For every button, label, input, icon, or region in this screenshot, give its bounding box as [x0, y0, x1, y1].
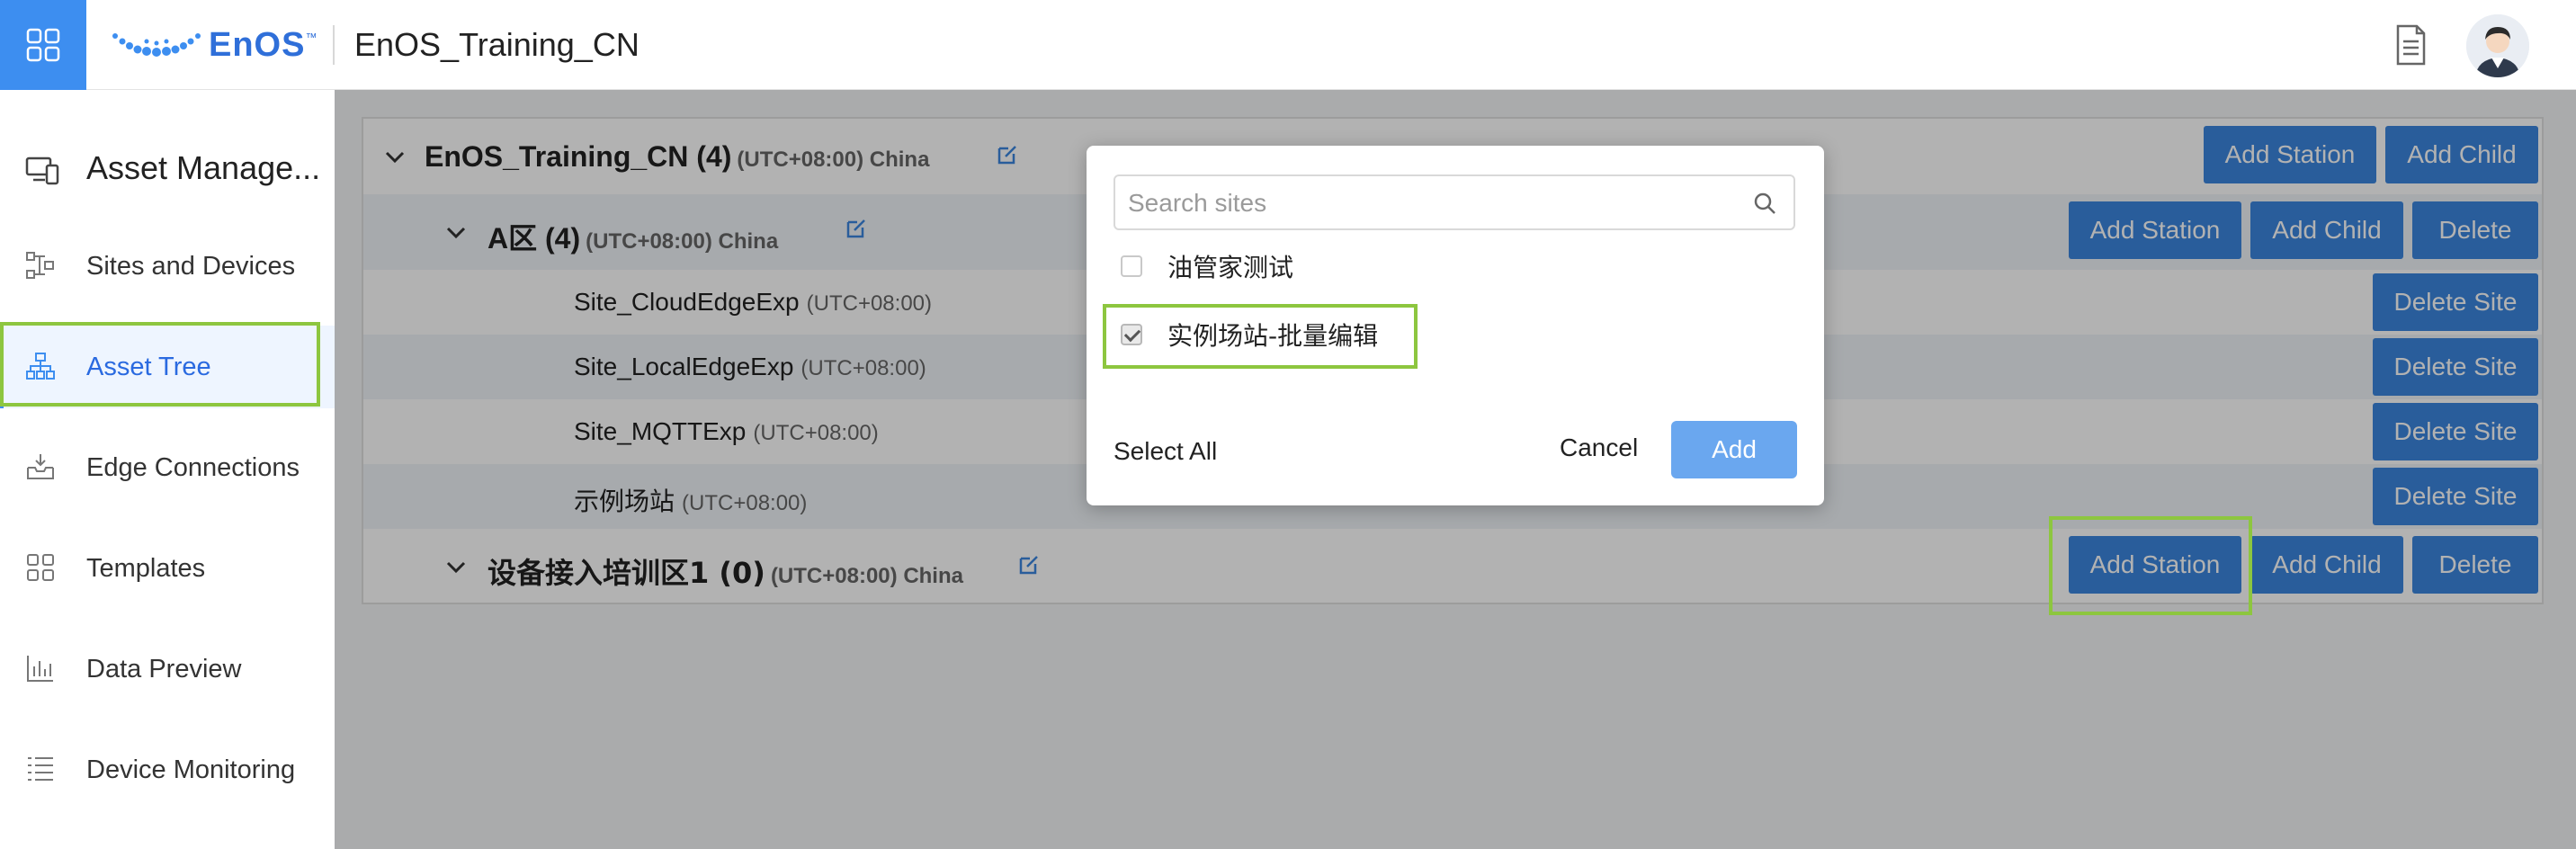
add-button[interactable]: Add: [1671, 421, 1797, 478]
avatar-icon: [2466, 14, 2529, 77]
monitor-device-icon: [25, 156, 59, 185]
site-option[interactable]: 油管家测试: [1121, 248, 1293, 284]
site-option-label: 油管家测试: [1167, 253, 1294, 282]
grid-icon: [26, 28, 60, 62]
site-search-box[interactable]: [1114, 174, 1795, 230]
cancel-button[interactable]: Cancel: [1560, 433, 1638, 462]
list-icon: [28, 757, 53, 781]
user-avatar[interactable]: [2466, 14, 2529, 77]
sites-devices-icon: [26, 252, 54, 279]
sidebar-item-templates[interactable]: Templates: [0, 527, 335, 610]
site-checkbox-checked[interactable]: [1121, 324, 1142, 345]
bar-chart-icon: [27, 656, 53, 682]
site-option[interactable]: 实例场站-批量编辑: [1121, 317, 1378, 353]
org-title[interactable]: EnOS_Training_CN: [354, 25, 640, 65]
sidebar-item-data-preview[interactable]: Data Preview: [0, 628, 335, 710]
search-icon[interactable]: [1752, 191, 1777, 216]
document-icon[interactable]: [2393, 23, 2428, 67]
site-search-input[interactable]: [1128, 185, 1740, 221]
site-checkbox[interactable]: [1121, 255, 1142, 277]
logo-dots-icon: [112, 33, 201, 57]
select-all-link[interactable]: Select All: [1114, 437, 1217, 466]
sidebar-item-asset-tree[interactable]: Asset Tree: [0, 326, 335, 408]
sidebar-item-label: Device Monitoring: [86, 755, 296, 784]
sidebar-item-label: Data Preview: [86, 655, 242, 684]
sidebar: Asset Manage... Sites and Devices Asset …: [0, 90, 335, 849]
logo-trademark: ™: [305, 30, 318, 44]
sidebar-item-label: Asset Tree: [86, 353, 211, 381]
template-icon: [27, 554, 54, 581]
sidebar-item-sites-and-devices[interactable]: Sites and Devices: [0, 225, 335, 308]
add-station-dialog: 油管家测试 实例场站-批量编辑 Select All Cancel Add: [1087, 146, 1824, 505]
sidebar-title-label: Asset Manage...: [86, 149, 321, 186]
header-divider: [333, 25, 335, 65]
top-header: EnOS ™ EnOS_Training_CN: [0, 0, 2576, 90]
inbox-download-icon: [27, 454, 54, 479]
hierarchy-icon: [26, 353, 55, 380]
enos-logo[interactable]: EnOS ™: [110, 23, 317, 67]
sidebar-item-label: Sites and Devices: [86, 252, 296, 281]
sidebar-item-label: Templates: [86, 554, 206, 583]
sidebar-item-label: Edge Connections: [86, 453, 300, 482]
logo-text: EnOS: [209, 25, 306, 64]
sidebar-item-device-monitoring[interactable]: Device Monitoring: [0, 728, 335, 811]
sidebar-item-edge-connections[interactable]: Edge Connections: [0, 426, 335, 509]
app-switcher-button[interactable]: [0, 0, 86, 90]
sidebar-title[interactable]: Asset Manage...: [0, 140, 335, 198]
site-option-label: 实例场站-批量编辑: [1167, 321, 1379, 351]
